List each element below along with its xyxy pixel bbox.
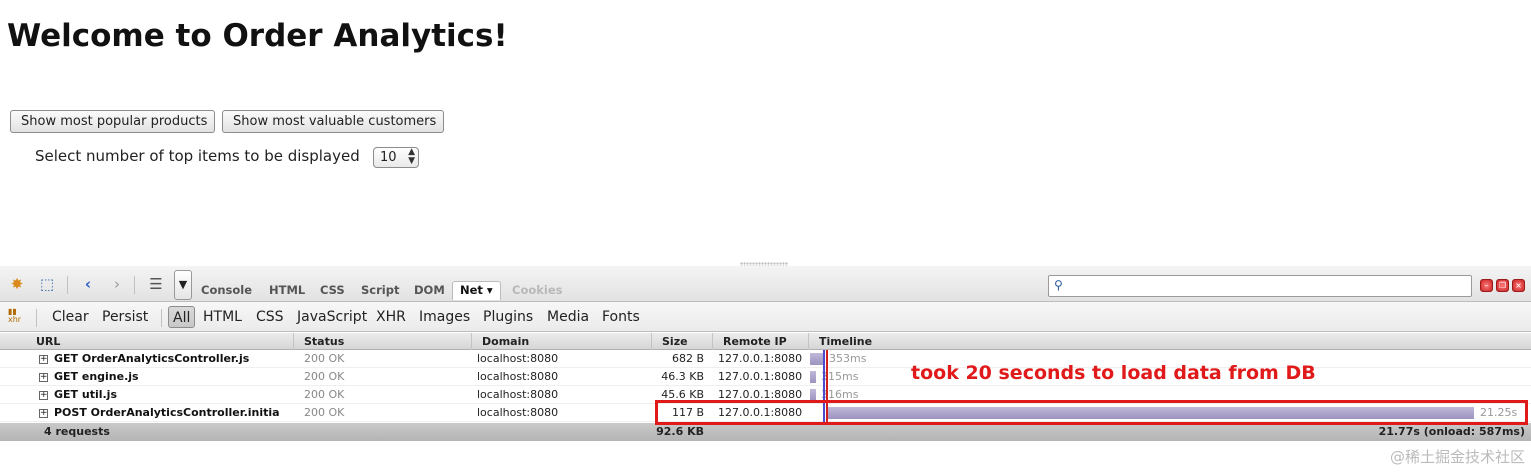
tab-css[interactable]: CSS <box>320 283 345 297</box>
column-url[interactable]: URL <box>0 333 294 350</box>
firebug-search-input[interactable]: ⚲ <box>1048 275 1472 297</box>
timeline-label: 353ms <box>829 352 867 365</box>
menu-dropdown-icon[interactable]: ▼ <box>174 270 192 300</box>
expand-icon[interactable]: + <box>39 391 48 400</box>
filter-media[interactable]: Media <box>543 306 593 328</box>
request-url: POST OrderAnalyticsController.initia <box>54 406 280 419</box>
firebug-panel: ✸ ⬚ ‹ › ☰ ▼ Console HTML CSS Script DOM … <box>0 262 1531 473</box>
request-remote-ip: 127.0.0.1:8080 <box>718 352 803 365</box>
request-status: 200 OK <box>304 406 345 419</box>
net-filter-bar: ▮▮ xhr Clear Persist All HTML CSS JavaScr… <box>0 302 1531 332</box>
request-url: GET engine.js <box>54 370 139 383</box>
request-size: 682 B <box>671 352 704 365</box>
clear-button[interactable]: Clear <box>48 306 93 328</box>
persist-button[interactable]: Persist <box>98 306 152 328</box>
request-status: 200 OK <box>304 388 345 401</box>
column-timeline[interactable]: Timeline <box>809 333 1531 350</box>
filter-html[interactable]: HTML <box>199 306 246 328</box>
xhr-icon[interactable]: ▮▮ xhr <box>8 308 21 324</box>
filter-xhr[interactable]: XHR <box>372 306 410 328</box>
request-size: 46.3 KB <box>661 370 704 383</box>
net-summary-row: 4 requests 92.6 KB 21.77s (onload: 587ms… <box>0 423 1531 441</box>
filter-all[interactable]: All <box>168 306 196 328</box>
top-items-value: 10 <box>380 150 397 165</box>
firebug-icon[interactable]: ✸ <box>7 274 27 294</box>
expand-icon[interactable]: + <box>39 409 48 418</box>
timeline-bar <box>810 371 816 383</box>
tab-cookies[interactable]: Cookies <box>512 283 562 297</box>
column-status[interactable]: Status <box>294 333 472 350</box>
page-title: Welcome to Order Analytics! <box>7 18 508 54</box>
toolbar-divider <box>36 309 37 327</box>
detach-icon[interactable]: ❐ <box>1496 279 1509 292</box>
watermark: @稀土掘金技术社区 <box>1389 448 1525 466</box>
request-status: 200 OK <box>304 352 345 365</box>
list-icon[interactable]: ☰ <box>146 274 166 294</box>
request-url: GET util.js <box>54 388 118 401</box>
total-size: 92.6 KB <box>656 425 704 438</box>
tab-net[interactable]: Net ▾ <box>452 281 501 300</box>
request-domain: localhost:8080 <box>477 352 559 365</box>
request-domain: localhost:8080 <box>477 406 559 419</box>
tab-console[interactable]: Console <box>201 283 252 297</box>
filter-images[interactable]: Images <box>415 306 474 328</box>
request-status: 200 OK <box>304 370 345 383</box>
filter-css[interactable]: CSS <box>252 306 288 328</box>
show-popular-products-button[interactable]: Show most popular products <box>10 110 215 133</box>
firebug-toolbar: ✸ ⬚ ‹ › ☰ ▼ Console HTML CSS Script DOM … <box>0 266 1531 302</box>
net-column-header: URL Status Domain Size Remote IP Timelin… <box>0 333 1531 350</box>
toolbar-divider <box>134 276 135 294</box>
filter-javascript[interactable]: JavaScript <box>293 306 371 328</box>
spinner-arrows-icon: ▲ ▼ <box>408 147 415 166</box>
request-domain: localhost:8080 <box>477 388 559 401</box>
request-domain: localhost:8080 <box>477 370 559 383</box>
back-icon[interactable]: ‹ <box>78 274 98 294</box>
tab-script[interactable]: Script <box>361 283 399 297</box>
expand-icon[interactable]: + <box>39 355 48 364</box>
toolbar-divider <box>161 309 162 327</box>
annotation-highlight-box <box>655 400 1528 425</box>
timeline-bar <box>810 353 823 365</box>
request-remote-ip: 127.0.0.1:8080 <box>718 370 803 383</box>
forward-icon[interactable]: › <box>107 274 127 294</box>
minimize-icon[interactable]: – <box>1480 279 1493 292</box>
tab-html[interactable]: HTML <box>269 283 305 297</box>
filter-plugins[interactable]: Plugins <box>479 306 537 328</box>
toolbar-divider <box>67 276 68 294</box>
search-icon: ⚲ <box>1054 278 1063 292</box>
show-valuable-customers-button[interactable]: Show most valuable customers <box>222 110 444 133</box>
annotation-text: took 20 seconds to load data from DB <box>911 362 1316 384</box>
request-url: GET OrderAnalyticsController.js <box>54 352 250 365</box>
inspect-icon[interactable]: ⬚ <box>37 274 57 294</box>
top-items-label: Select number of top items to be display… <box>35 147 360 165</box>
expand-icon[interactable]: + <box>39 373 48 382</box>
top-items-select[interactable]: 10 ▲ ▼ <box>373 147 419 168</box>
column-domain[interactable]: Domain <box>472 333 652 350</box>
column-size[interactable]: Size <box>652 333 713 350</box>
filter-fonts[interactable]: Fonts <box>598 306 644 328</box>
column-remote-ip[interactable]: Remote IP <box>713 333 809 350</box>
request-count: 4 requests <box>44 425 110 438</box>
close-icon[interactable]: × <box>1512 279 1525 292</box>
total-time: 21.77s (onload: 587ms) <box>1378 425 1525 438</box>
tab-dom[interactable]: DOM <box>414 283 445 297</box>
